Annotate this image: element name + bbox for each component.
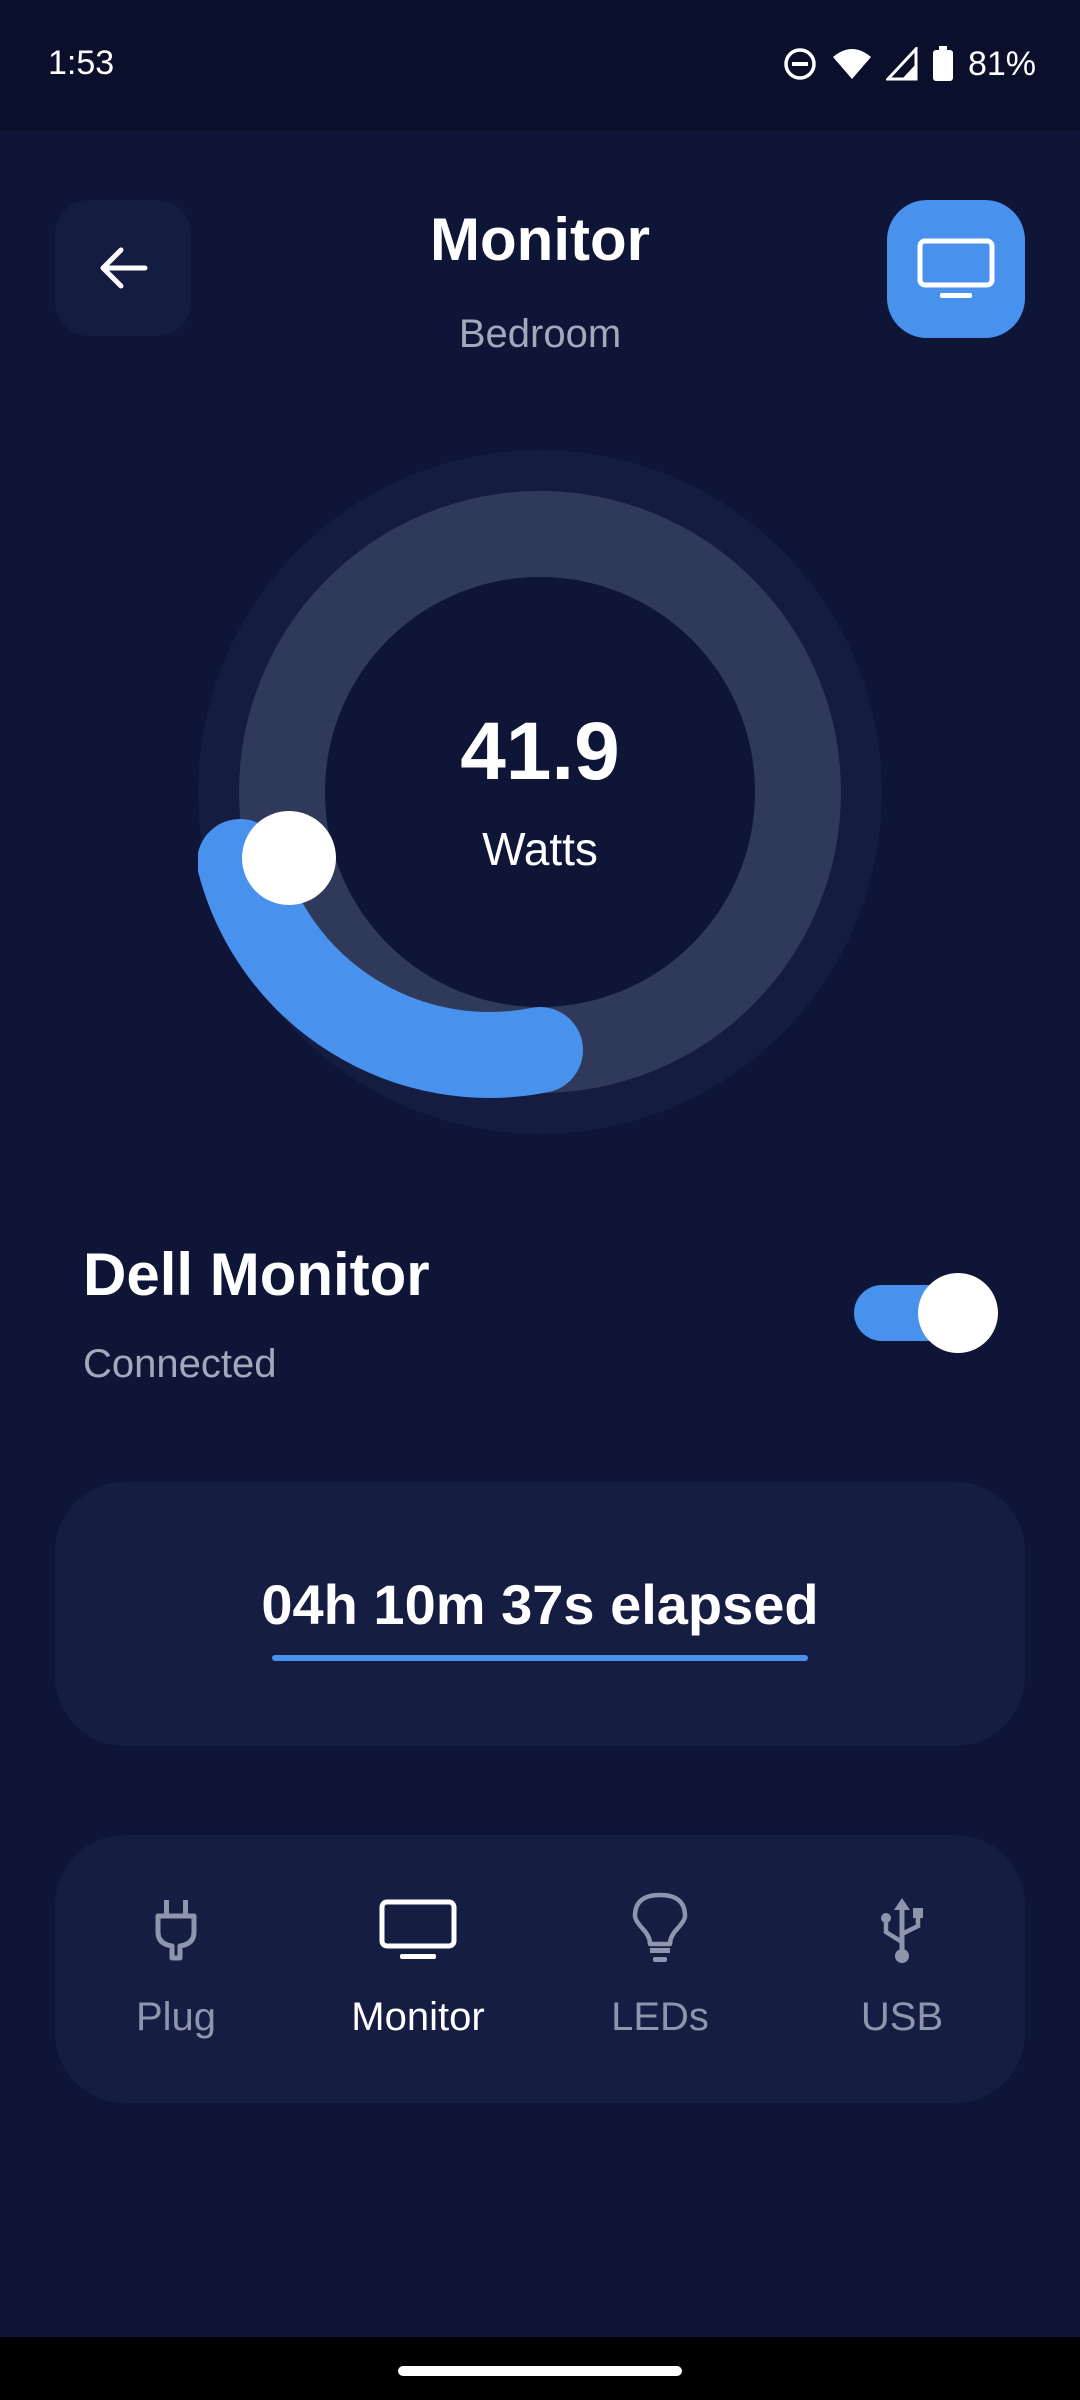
- nav-item-monitor[interactable]: Monitor: [297, 1835, 539, 2103]
- elapsed-time: 04h 10m 37s elapsed: [261, 1573, 819, 1636]
- nav-item-leds[interactable]: LEDs: [539, 1835, 781, 2103]
- device-name: Dell Monitor: [83, 1241, 430, 1308]
- nav-label-monitor: Monitor: [351, 1995, 485, 2039]
- gauge-value: 41.9: [460, 706, 620, 797]
- usb-icon: [881, 1898, 923, 1963]
- status-bar: 1:53 81%: [0, 0, 1080, 130]
- plug-icon: [155, 1900, 197, 1961]
- nav-label-usb: USB: [860, 1995, 944, 2039]
- device-nav: Plug Monitor LEDs USB: [55, 1835, 1025, 2103]
- do-not-disturb-icon: [784, 48, 816, 80]
- cellular-signal-icon: [885, 47, 918, 81]
- power-gauge[interactable]: 41.9 Watts: [198, 450, 882, 1134]
- status-icons: 81%: [782, 44, 1036, 84]
- lightbulb-icon: [632, 1892, 688, 1962]
- nav-label-leds: LEDs: [611, 1995, 709, 2039]
- gauge-unit: Watts: [482, 823, 598, 875]
- status-time: 1:53: [48, 44, 115, 82]
- device-type-button[interactable]: [887, 200, 1025, 338]
- nav-label-plug: Plug: [135, 1995, 217, 2039]
- wifi-icon: [832, 49, 871, 79]
- power-toggle[interactable]: [854, 1273, 1000, 1353]
- nav-item-plug[interactable]: Plug: [55, 1835, 297, 2103]
- timer-card: 04h 10m 37s elapsed: [55, 1482, 1025, 1746]
- timer-underline: [272, 1655, 808, 1661]
- monitor-icon: [917, 238, 995, 298]
- nav-item-usb[interactable]: USB: [781, 1835, 1023, 2103]
- device-status: Connected: [83, 1342, 277, 1386]
- monitor-icon: [379, 1899, 457, 1959]
- battery-percentage: 81%: [967, 44, 1036, 83]
- battery-icon: [932, 46, 953, 81]
- toggle-thumb: [918, 1273, 998, 1353]
- home-gesture-handle[interactable]: [398, 2366, 682, 2376]
